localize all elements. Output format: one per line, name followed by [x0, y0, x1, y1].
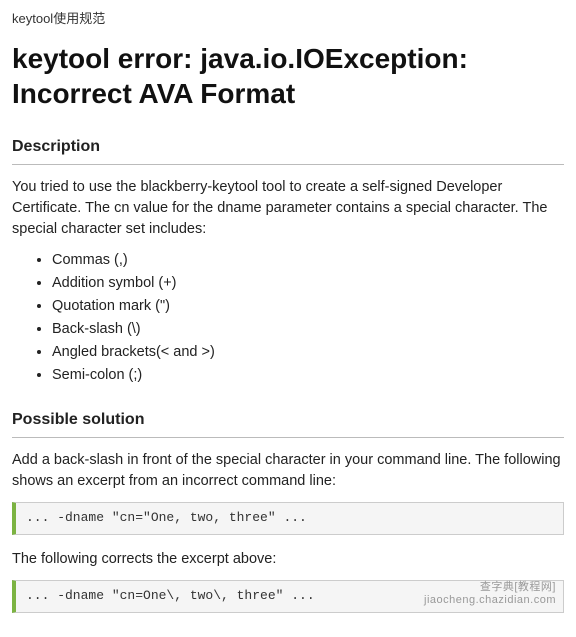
solution-after-text: The following corrects the excerpt above… [12, 549, 564, 570]
section-rule [12, 437, 564, 438]
list-item: Angled brackets(< and >) [52, 342, 564, 363]
list-item: Addition symbol (+) [52, 273, 564, 294]
code-block-incorrect: ... -dname "cn="One, two, three" ... [12, 502, 564, 535]
section-heading-description: Description [12, 135, 564, 162]
section-heading-solution: Possible solution [12, 408, 564, 435]
section-rule [12, 164, 564, 165]
watermark-line: 查字典[教程网] [424, 581, 556, 594]
list-item: Semi-colon (;) [52, 365, 564, 386]
breadcrumb: keytool使用规范 [12, 10, 564, 29]
description-intro: You tried to use the blackberry-keytool … [12, 177, 564, 240]
list-item: Commas (,) [52, 250, 564, 271]
solution-intro: Add a back-slash in front of the special… [12, 450, 564, 492]
list-item: Quotation mark (") [52, 296, 564, 317]
special-char-list: Commas (,) Addition symbol (+) Quotation… [12, 250, 564, 386]
page-title: keytool error: java.io.IOException: Inco… [12, 41, 564, 111]
list-item: Back-slash (\) [52, 319, 564, 340]
watermark-line: jiaocheng.chazidian.com [424, 594, 556, 607]
